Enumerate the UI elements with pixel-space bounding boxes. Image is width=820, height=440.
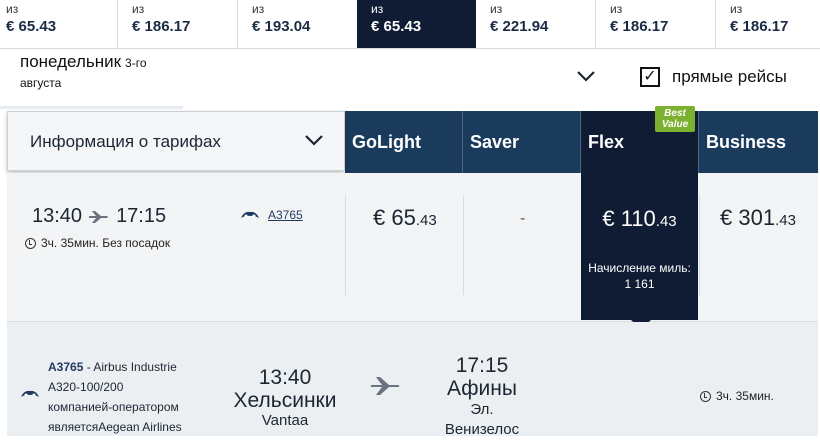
divider — [345, 195, 346, 295]
segment-dep-city: Хельсинки — [233, 389, 337, 412]
segment-operator-label: компанией-оператором — [48, 400, 179, 414]
chevron-down-icon — [305, 135, 323, 146]
date-price: € 65.43 — [371, 18, 422, 35]
date-price: € 65.43 — [6, 18, 57, 35]
airline-logo-icon — [241, 211, 259, 218]
divider — [699, 195, 700, 295]
segment-departure: 13:40 Хельсинки Vantaa — [230, 366, 340, 429]
segment-info: A3765 - Airbus Industrie A320-100/200 ко… — [48, 357, 182, 437]
date-cell[interactable]: из € 186.17 — [596, 0, 716, 48]
fare-col-saver: Saver — [463, 111, 581, 173]
flight-times: 13:40 17:15 — [32, 205, 166, 228]
direct-flights-checkbox[interactable]: ✓ — [640, 67, 660, 87]
price-saver: - — [520, 210, 526, 227]
direct-flights-toggle[interactable]: ✓ прямые рейсы — [640, 67, 787, 87]
price-main: € 110 — [602, 206, 656, 231]
segment-duration: 3ч. 35мин. — [700, 389, 774, 403]
segment-arr-airport-line1: Эл. — [470, 401, 494, 418]
segment-duration-text: 3ч. 35мин. — [716, 389, 774, 403]
date-price: € 193.04 — [252, 18, 311, 35]
fare-col-golight: GoLight — [345, 111, 463, 173]
segment-arr-time: 17:15 — [455, 354, 509, 377]
price-cents: .43 — [415, 212, 437, 229]
date-cell[interactable]: из € 65.43 — [0, 0, 118, 48]
clock-icon — [25, 237, 36, 249]
from-label: из — [371, 2, 384, 16]
from-label: из — [252, 2, 265, 16]
plane-icon — [89, 210, 109, 223]
day-month: августа — [20, 76, 62, 90]
best-value-line2: Value — [661, 119, 689, 130]
segment-aircraft: - Airbus Industrie — [83, 360, 177, 374]
segment-dep-airport: Vantaa — [261, 412, 309, 429]
date-cell-selected[interactable]: из € 65.43 — [357, 0, 476, 48]
price-business[interactable]: € 301.43 — [720, 205, 796, 231]
airline-logo-icon — [21, 390, 39, 397]
price-golight[interactable]: € 65.43 — [373, 205, 437, 231]
chevron-down-icon[interactable] — [575, 68, 597, 84]
segment-aircraft-model: A320-100/200 — [48, 380, 124, 394]
date-price: € 186.17 — [730, 18, 789, 35]
best-value-badge: Best Value — [655, 106, 695, 132]
date-price: € 186.17 — [132, 18, 191, 35]
arrival-time: 17:15 — [116, 205, 167, 227]
miles-label: Начисление миль: — [588, 261, 691, 275]
from-label: из — [730, 2, 743, 16]
price-main: € 65 — [373, 205, 416, 230]
direct-flights-label: прямые рейсы — [672, 67, 787, 86]
from-label: из — [490, 2, 503, 16]
price-cents: .43 — [775, 212, 796, 229]
day-name: понедельник — [20, 52, 122, 71]
from-label: из — [610, 2, 623, 16]
segment-flight-number: A3765 — [48, 360, 84, 374]
plane-icon — [371, 377, 400, 395]
segment-operator: являетсяAegean Airlines — [48, 420, 182, 434]
fare-col-business: Business — [699, 111, 818, 173]
segment-dep-time: 13:40 — [258, 366, 312, 389]
day-number: 3-го — [125, 56, 147, 70]
departure-time: 13:40 — [32, 205, 83, 227]
day-underline — [0, 106, 183, 109]
date-price: € 221.94 — [490, 18, 549, 35]
day-header: понедельник 3-го августа — [20, 52, 147, 90]
divider — [463, 195, 464, 295]
date-cell[interactable]: из € 221.94 — [476, 0, 596, 48]
date-cell[interactable]: из € 186.17 — [118, 0, 238, 48]
date-strip: из € 65.43 из € 186.17 из € 193.04 из € … — [0, 0, 820, 49]
clock-icon — [700, 390, 711, 402]
date-price: € 186.17 — [610, 18, 669, 35]
fare-info-label: Информация о тарифах — [30, 132, 221, 151]
date-cell[interactable]: из € 193.04 — [238, 0, 358, 48]
fare-info-dropdown[interactable]: Информация о тарифах — [7, 111, 345, 171]
from-label: из — [6, 2, 19, 16]
segment-arr-city: Афины — [447, 377, 517, 400]
duration-text: 3ч. 35мин. Без посадок — [41, 236, 171, 250]
date-cell[interactable]: из € 186.17 — [716, 0, 820, 48]
from-label: из — [132, 2, 145, 16]
price-main: € 301 — [720, 205, 776, 230]
flight-number: A3765 — [268, 208, 303, 222]
segment-arrival: 17:15 Афины Эл. Венизелос — [432, 354, 532, 440]
segment-arr-airport-line2: Венизелос — [444, 421, 520, 438]
flight-number-link[interactable]: A3765 — [240, 208, 303, 222]
miles-value: 1 161 — [624, 277, 655, 291]
checkmark-icon: ✓ — [643, 68, 657, 85]
price-cents: .43 — [655, 213, 677, 230]
best-value-line1: Best — [664, 108, 686, 119]
flight-duration: 3ч. 35мин. Без посадок — [25, 236, 170, 250]
price-flex-selected[interactable]: € 110.43 Начисление миль: 1 161 — [581, 173, 698, 320]
